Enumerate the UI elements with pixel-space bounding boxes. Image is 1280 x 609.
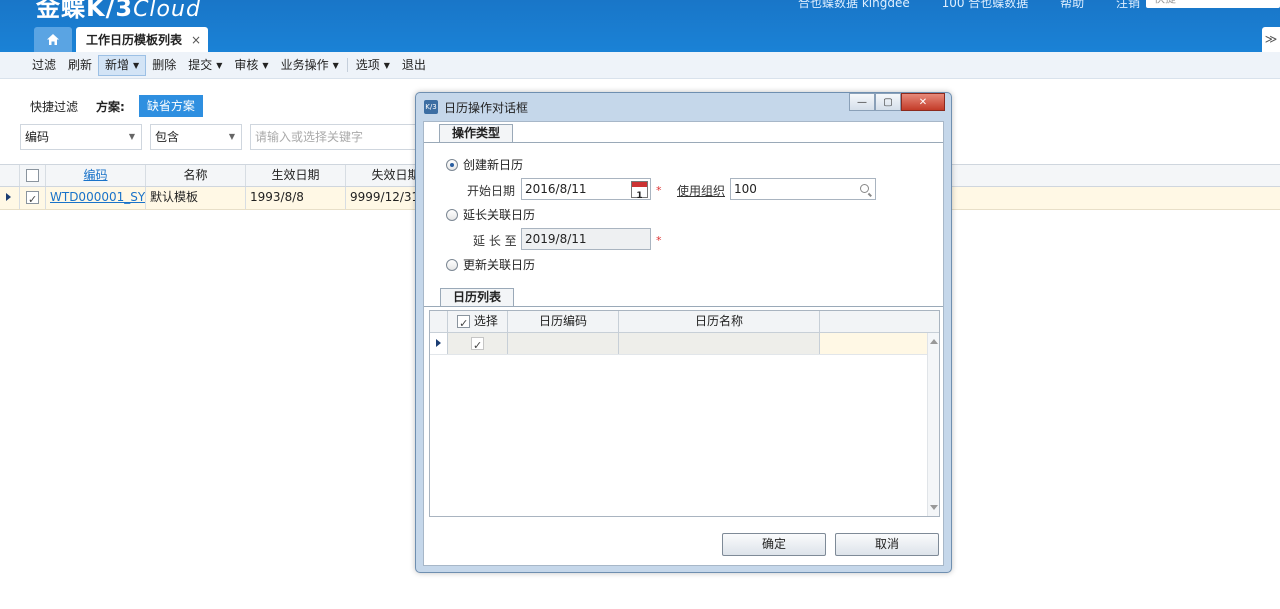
required-mark: *	[656, 234, 662, 247]
window-controls: — ▢ ✕	[849, 93, 945, 111]
close-icon[interactable]: ✕	[901, 93, 945, 111]
scroll-up-icon[interactable]	[930, 339, 938, 344]
top-link-help[interactable]: 帮助	[1060, 0, 1084, 10]
top-link-logout[interactable]: 注销	[1116, 0, 1140, 10]
new-button[interactable]: 新增 ▼	[98, 54, 147, 76]
dropdown-arrow-icon[interactable]: ▼	[216, 55, 222, 76]
required-mark: *	[656, 184, 662, 197]
search-icon[interactable]	[860, 184, 869, 193]
calendar-operation-dialog: K/3 日历操作对话框 — ▢ ✕ 操作类型 创建新日历 开始日期 2016/8…	[415, 92, 952, 573]
more-tabs-icon[interactable]: ≫	[1262, 27, 1280, 52]
dialog-title-bar[interactable]: K/3 日历操作对话框 — ▢ ✕	[416, 93, 951, 121]
calendar-list-header: 选择 日历编码 日历名称	[430, 311, 939, 334]
tab-close-icon[interactable]: ×	[191, 33, 201, 47]
dropdown-arrow-icon[interactable]: ▼	[384, 55, 390, 76]
keyword-input[interactable]: 请输入或选择关键字	[250, 124, 418, 150]
radio-extend-calendar[interactable]: 延长关联日历	[446, 206, 535, 223]
tab-calendar-template-list[interactable]: 工作日历模板列表 ×	[76, 27, 208, 52]
row-checkbox[interactable]	[20, 187, 46, 209]
exit-button[interactable]: 退出	[396, 55, 432, 76]
quick-filter-label: 快捷过滤	[30, 99, 79, 114]
calendar-icon[interactable]: 1	[631, 181, 648, 201]
home-tab[interactable]	[34, 27, 72, 52]
toolbar-divider	[346, 58, 348, 72]
use-org-link[interactable]: 使用组织	[677, 182, 725, 199]
row-code-link[interactable]: WTD000001_SYS	[46, 187, 146, 209]
home-icon	[47, 34, 59, 45]
k3-logo-icon: K/3	[424, 100, 438, 114]
dropdown-arrow-icon[interactable]: ▼	[133, 55, 139, 76]
row-calendar-code[interactable]	[508, 333, 619, 354]
row-pointer-icon	[436, 339, 441, 347]
top-link-account[interactable]: 合也蝶数据 kingdee	[798, 0, 910, 10]
refresh-button[interactable]: 刷新	[62, 55, 98, 76]
use-org-input[interactable]: 100	[730, 178, 876, 200]
ok-button[interactable]: 确定	[722, 533, 826, 556]
dropdown-arrow-icon: ▼	[228, 132, 235, 141]
filter-button[interactable]: 过滤	[26, 55, 62, 76]
toolbar: 过滤 刷新 新增 ▼ 删除 提交 ▼ 审核 ▼ 业务操作 ▼ 选项 ▼ 退出	[0, 52, 1280, 79]
column-header-select[interactable]: 选择	[448, 311, 508, 334]
dialog-body: 操作类型 创建新日历 开始日期 2016/8/11 1 * 使用组织 100 延…	[423, 121, 944, 566]
business-operation-button[interactable]: 业务操作 ▼	[275, 55, 345, 76]
dropdown-arrow-icon[interactable]: ▼	[262, 55, 268, 76]
table-row[interactable]	[430, 333, 928, 356]
scheme-label: 方案:	[96, 99, 125, 114]
vertical-scrollbar[interactable]	[927, 333, 939, 516]
section-calendar-list: 日历列表	[440, 288, 515, 306]
calendar-list-grid: 选择 日历编码 日历名称	[429, 310, 940, 517]
top-links: 合也蝶数据 kingdee 100 合也蝶数据 帮助 注销	[770, 0, 1140, 11]
section-operation-type: 操作类型	[439, 124, 514, 142]
select-all-checkbox[interactable]	[20, 165, 46, 186]
extend-to-input[interactable]: 2019/8/11	[521, 228, 651, 250]
section-divider	[424, 306, 943, 307]
radio-create-calendar[interactable]: 创建新日历	[446, 156, 523, 173]
filter-operator-select[interactable]: 包含 ▼	[150, 124, 242, 150]
top-link-org[interactable]: 100 合也蝶数据	[942, 0, 1029, 10]
filter-field-select[interactable]: 编码 ▼	[20, 124, 142, 150]
column-header-calendar-name[interactable]: 日历名称	[619, 311, 820, 332]
tab-label: 工作日历模板列表	[86, 33, 183, 47]
row-calendar-name[interactable]	[619, 333, 820, 354]
row-start-date: 1993/8/8	[246, 187, 346, 209]
column-header-start-date[interactable]: 生效日期	[246, 165, 346, 186]
dropdown-arrow-icon[interactable]: ▼	[333, 55, 339, 76]
row-name: 默认模板	[146, 187, 246, 209]
submit-button[interactable]: 提交 ▼	[182, 55, 228, 76]
extend-to-label: 延 长 至	[473, 234, 517, 248]
minimize-icon[interactable]: —	[849, 93, 875, 111]
start-date-input[interactable]: 2016/8/11 1	[521, 178, 651, 201]
top-header: 金蝶K/3Cloud 合也蝶数据 kingdee 100 合也蝶数据 帮助 注销…	[0, 0, 1280, 52]
start-date-label: 开始日期	[467, 184, 516, 198]
brand-logo: 金蝶K/3Cloud	[36, 0, 201, 22]
audit-button[interactable]: 审核 ▼	[228, 55, 274, 76]
radio-selected-icon[interactable]	[446, 158, 458, 171]
dropdown-arrow-icon: ▼	[128, 132, 135, 141]
section-divider	[424, 142, 943, 143]
default-scheme-button[interactable]: 缺省方案	[138, 95, 203, 117]
scroll-down-icon[interactable]	[930, 505, 938, 510]
cancel-button[interactable]: 取消	[835, 533, 939, 556]
filter-scheme-row: 快捷过滤 方案: 缺省方案	[30, 95, 203, 117]
delete-button[interactable]: 删除	[146, 55, 182, 76]
row-pointer-icon	[6, 193, 11, 201]
row-checkbox[interactable]	[448, 333, 508, 356]
column-header-calendar-code[interactable]: 日历编码	[508, 311, 619, 332]
radio-update-calendar[interactable]: 更新关联日历	[446, 256, 535, 273]
column-header-name[interactable]: 名称	[146, 165, 246, 186]
select-all-checkbox[interactable]	[457, 313, 471, 334]
top-search-input[interactable]: 快捷	[1146, 0, 1280, 8]
options-button[interactable]: 选项 ▼	[350, 55, 396, 76]
column-header-code[interactable]: 编码	[46, 165, 146, 186]
dialog-title: 日历操作对话框	[444, 100, 529, 115]
maximize-icon[interactable]: ▢	[875, 93, 901, 111]
